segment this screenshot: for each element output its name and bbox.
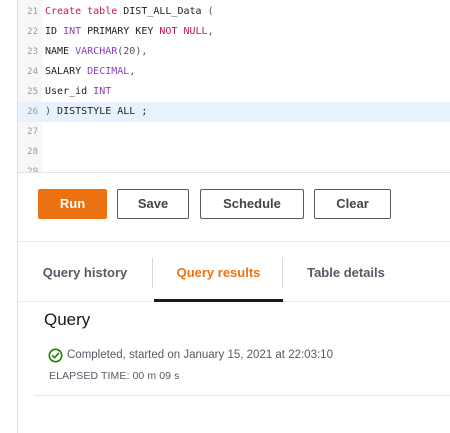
line-number: 21 — [27, 7, 38, 17]
line-number: 26 — [27, 107, 38, 117]
code-token: VARCHAR — [75, 46, 118, 57]
code-token: ID — [45, 26, 64, 37]
code-line[interactable]: 27 — [18, 122, 450, 142]
code-token: DECIMAL — [87, 66, 130, 77]
code-line[interactable]: 23 NAME VARCHAR(20), — [18, 42, 450, 62]
check-circle-icon — [48, 348, 63, 362]
code-text: NAME VARCHAR(20), — [45, 42, 147, 62]
code-line[interactable]: 29 — [18, 162, 450, 172]
code-token: SALARY — [45, 66, 88, 77]
code-line[interactable]: 25 User_id INT — [18, 82, 450, 102]
code-text: ) DISTSTYLE ALL ; — [45, 102, 147, 122]
query-toolbar: Run Save Schedule Clear — [18, 172, 450, 242]
line-number: 28 — [27, 147, 38, 157]
line-number: 22 — [27, 27, 38, 37]
status-text: Completed, started on January 15, 2021 a… — [67, 349, 333, 361]
code-token: DIST_ALL_Data — [117, 6, 208, 17]
line-number: 23 — [27, 47, 38, 57]
code-token: (20) — [117, 46, 142, 57]
results-title: Query — [44, 310, 91, 329]
code-token: , — [141, 46, 148, 57]
tab-divider — [152, 258, 153, 288]
save-button[interactable]: Save — [117, 189, 189, 219]
elapsed-time: ELAPSED TIME: 00 m 09 s — [49, 370, 180, 382]
line-number: 27 — [27, 127, 38, 137]
code-text: ID INT PRIMARY KEY NOT NULL, — [45, 22, 214, 42]
tab-table-details[interactable]: Table details — [288, 242, 404, 302]
tab-query-results[interactable]: Query results — [154, 242, 283, 302]
code-token: NOT NULL — [159, 26, 208, 37]
code-token: INT — [93, 86, 112, 97]
code-token: DISTSTYLE ALL ; — [51, 106, 148, 117]
code-token: User_id — [45, 86, 94, 97]
sql-editor[interactable]: 21 Create table DIST_ALL_Data (22 ID INT P… — [18, 0, 450, 172]
line-number: 25 — [27, 87, 38, 97]
code-text: SALARY DECIMAL, — [45, 62, 135, 82]
code-token: Create table — [45, 6, 118, 17]
clear-button[interactable]: Clear — [314, 189, 391, 219]
code-token: , — [129, 66, 136, 77]
code-token: PRIMARY KEY — [81, 26, 160, 37]
code-line[interactable]: 26 ) DISTSTYLE ALL ; — [18, 102, 450, 122]
schedule-button[interactable]: Schedule — [200, 189, 304, 219]
query-results-panel: Query Completed, started on January 15, … — [34, 302, 450, 396]
tab-divider — [282, 258, 283, 288]
code-text: Create table DIST_ALL_Data ( — [45, 2, 214, 22]
code-text: User_id INT — [45, 82, 111, 102]
code-line[interactable]: 24 SALARY DECIMAL, — [18, 62, 450, 82]
query-status: Completed, started on January 15, 2021 a… — [48, 347, 333, 363]
code-token: , — [207, 26, 214, 37]
tab-query-history[interactable]: Query history — [26, 242, 144, 302]
results-tabs: Query history Query results Table detail… — [18, 242, 450, 302]
code-token: NAME — [45, 46, 76, 57]
code-token: INT — [63, 26, 82, 37]
code-line[interactable]: 22 ID INT PRIMARY KEY NOT NULL, — [18, 22, 450, 42]
code-token: ( — [207, 6, 214, 17]
left-panel-edge — [0, 0, 18, 433]
code-line[interactable]: 28 — [18, 142, 450, 162]
run-button[interactable]: Run — [38, 189, 107, 219]
line-number: 29 — [27, 167, 38, 172]
line-number: 24 — [27, 67, 38, 77]
code-line[interactable]: 21 Create table DIST_ALL_Data ( — [18, 2, 450, 22]
